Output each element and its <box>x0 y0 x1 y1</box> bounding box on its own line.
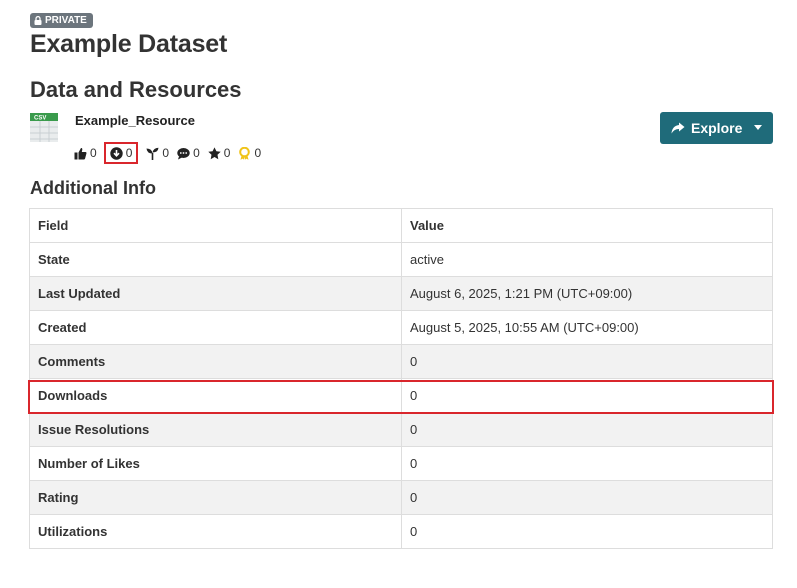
table-row: Rating 0 <box>29 480 773 515</box>
table-row: Comments 0 <box>29 344 773 379</box>
likes-count: 0 <box>90 146 97 160</box>
field-cell: Downloads <box>29 378 402 413</box>
additional-info-table: Field Value State active Last Updated Au… <box>29 208 773 549</box>
value-cell: August 5, 2025, 10:55 AM (UTC+09:00) <box>401 310 773 345</box>
seedling-icon <box>146 147 159 160</box>
private-badge-label: PRIVATE <box>45 15 87 26</box>
downloads-count: 0 <box>125 146 133 160</box>
value-cell: active <box>401 242 773 277</box>
private-badge: PRIVATE <box>30 13 93 28</box>
comment-icon <box>177 147 190 159</box>
column-header-field: Field <box>29 208 402 243</box>
star-icon <box>208 146 221 159</box>
resource-name-link[interactable]: Example_Resource <box>75 113 195 128</box>
award-badge-icon <box>239 146 251 160</box>
downloads-stat: 0 <box>103 142 139 164</box>
value-cell: 0 <box>401 378 773 413</box>
utilizations-stat: 0 <box>146 144 169 162</box>
value-cell: August 6, 2025, 1:21 PM (UTC+09:00) <box>401 276 773 311</box>
column-header-value: Value <box>401 208 773 243</box>
resources-heading: Data and Resources <box>30 77 242 102</box>
comments-stat: 0 <box>177 144 200 162</box>
table-row: Created August 5, 2025, 10:55 AM (UTC+09… <box>29 310 773 345</box>
field-cell: Number of Likes <box>29 446 402 481</box>
table-row: Number of Likes 0 <box>29 446 773 481</box>
field-cell: Rating <box>29 480 402 515</box>
rating-count: 0 <box>223 146 231 160</box>
rating-stat: 0 <box>208 144 231 162</box>
issue-resolutions-stat: 0 <box>238 144 261 162</box>
value-cell: 0 <box>401 344 773 379</box>
value-cell: 0 <box>401 480 773 515</box>
share-arrow-icon <box>671 122 685 134</box>
table-row: Utilizations 0 <box>29 514 773 549</box>
explore-dropdown-button[interactable]: Explore <box>660 112 773 144</box>
additional-info-heading: Additional Info <box>30 178 156 198</box>
field-cell: Comments <box>29 344 402 379</box>
resource-stats: 0 0 0 0 0 0 <box>74 142 269 164</box>
table-row: Last Updated August 6, 2025, 1:21 PM (UT… <box>29 276 773 311</box>
field-cell: State <box>29 242 402 277</box>
utilizations-count: 0 <box>162 146 170 160</box>
dataset-title: Example Dataset <box>30 30 228 58</box>
table-header-row: Field Value <box>29 208 773 243</box>
table-row: State active <box>29 242 773 277</box>
issue-resolutions-count: 0 <box>254 146 262 160</box>
value-cell: 0 <box>401 514 773 549</box>
explore-label: Explore <box>691 120 743 136</box>
field-cell: Created <box>29 310 402 345</box>
comments-count: 0 <box>193 146 200 160</box>
field-cell: Issue Resolutions <box>29 412 402 447</box>
csv-format-label: CSV <box>34 116 46 122</box>
table-row: Issue Resolutions 0 <box>29 412 773 447</box>
likes-stat: 0 <box>74 144 97 162</box>
field-cell: Last Updated <box>29 276 402 311</box>
caret-down-icon <box>754 125 762 130</box>
field-cell: Utilizations <box>29 514 402 549</box>
value-cell: 0 <box>401 412 773 447</box>
lock-icon <box>34 16 42 25</box>
value-cell: 0 <box>401 446 773 481</box>
table-row-downloads: Downloads 0 <box>29 378 773 413</box>
download-circle-icon <box>109 146 123 160</box>
thumbs-up-icon <box>74 147 87 159</box>
csv-file-icon[interactable]: CSV <box>30 113 58 142</box>
